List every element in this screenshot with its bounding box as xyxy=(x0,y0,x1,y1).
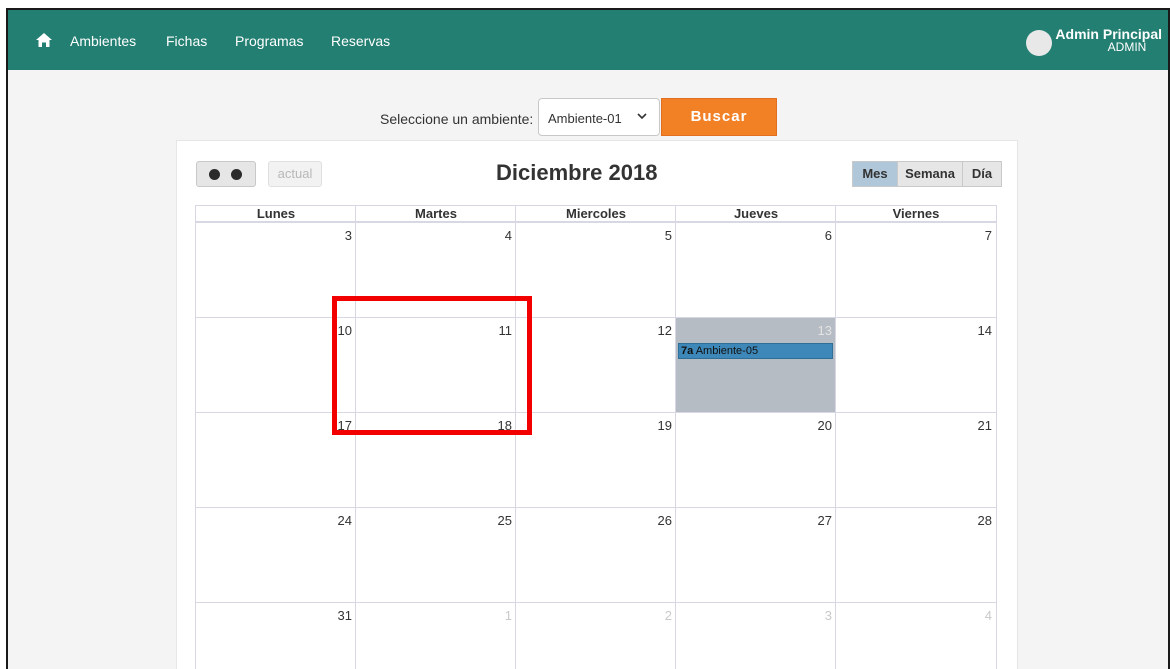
day-number: 6 xyxy=(824,228,832,243)
calendar-event[interactable]: 7a Ambiente-05 xyxy=(678,343,833,359)
avatar[interactable] xyxy=(1026,30,1052,56)
day-cell[interactable]: 31 xyxy=(195,602,356,669)
day-cell[interactable]: 21 xyxy=(835,412,997,508)
day-number: 5 xyxy=(664,228,672,243)
day-cell[interactable]: 26 xyxy=(515,507,676,603)
day-number: 19 xyxy=(657,418,672,433)
weekday-martes: Martes xyxy=(355,205,516,222)
day-cell[interactable]: 20 xyxy=(675,412,836,508)
day-cell[interactable]: 7 xyxy=(835,222,997,318)
day-number: 20 xyxy=(817,418,832,433)
ambiente-select[interactable]: Ambiente-01 xyxy=(538,98,660,136)
day-number: 7 xyxy=(984,228,992,243)
browser-frame: Ambientes Fichas Programas Reservas Admi… xyxy=(6,8,1170,669)
view-week-button[interactable]: Semana xyxy=(897,161,963,187)
nav-link-programas[interactable]: Programas xyxy=(235,34,303,48)
day-cell[interactable]: 6 xyxy=(675,222,836,318)
day-number: 28 xyxy=(977,513,992,528)
day-number: 26 xyxy=(657,513,672,528)
view-day-button[interactable]: Día xyxy=(962,161,1002,187)
day-cell[interactable]: 3 xyxy=(675,602,836,669)
weekday-lunes: Lunes xyxy=(195,205,356,222)
nav-link-ambientes[interactable]: Ambientes xyxy=(70,34,136,48)
day-cell[interactable]: 27 xyxy=(675,507,836,603)
day-cell[interactable]: 14 xyxy=(835,317,997,413)
search-button[interactable]: Buscar xyxy=(661,98,777,136)
day-cell[interactable]: 13 7a Ambiente-05 xyxy=(675,317,836,413)
calendar-nav-buttons xyxy=(196,161,256,187)
highlight-box xyxy=(332,296,532,435)
ambiente-select-label: Seleccione un ambiente: xyxy=(380,111,534,127)
day-number: 31 xyxy=(337,608,352,623)
view-month-button[interactable]: Mes xyxy=(852,161,898,187)
event-time: 7a xyxy=(681,345,694,357)
day-number: 3 xyxy=(344,228,352,243)
weekday-viernes: Viernes xyxy=(835,205,997,222)
day-number: 12 xyxy=(657,323,672,338)
user-role: ADMIN xyxy=(1107,40,1147,54)
day-cell[interactable]: 28 xyxy=(835,507,997,603)
day-number: 1 xyxy=(504,608,512,623)
day-number: 27 xyxy=(817,513,832,528)
day-cell[interactable]: 25 xyxy=(355,507,516,603)
day-number: 25 xyxy=(497,513,512,528)
user-name[interactable]: Admin Principal xyxy=(1055,27,1162,41)
nav-link-fichas[interactable]: Fichas xyxy=(166,34,207,48)
nav-link-reservas[interactable]: Reservas xyxy=(331,34,390,48)
event-title: Ambiente-05 xyxy=(695,345,759,357)
day-number: 4 xyxy=(504,228,512,243)
day-cell[interactable]: 5 xyxy=(515,222,676,318)
day-number: 24 xyxy=(337,513,352,528)
day-cell[interactable]: 2 xyxy=(515,602,676,669)
weekday-miercoles: Miercoles xyxy=(515,205,676,222)
top-navbar: Ambientes Fichas Programas Reservas Admi… xyxy=(8,10,1168,70)
next-month-button[interactable] xyxy=(231,169,242,180)
weekday-header: Lunes Martes Miercoles Jueves Viernes xyxy=(195,205,997,222)
chevron-down-icon xyxy=(637,113,647,120)
day-number: 4 xyxy=(984,608,992,623)
today-button[interactable]: actual xyxy=(268,161,322,187)
day-number: 2 xyxy=(664,608,672,623)
weekday-jueves: Jueves xyxy=(675,205,836,222)
home-icon[interactable] xyxy=(36,33,52,47)
day-cell[interactable]: 12 xyxy=(515,317,676,413)
day-number: 21 xyxy=(977,418,992,433)
ambiente-select-value: Ambiente-01 xyxy=(548,111,622,126)
day-cell[interactable]: 1 xyxy=(355,602,516,669)
day-cell[interactable]: 24 xyxy=(195,507,356,603)
day-cell[interactable]: 4 xyxy=(835,602,997,669)
day-number: 3 xyxy=(824,608,832,623)
day-number: 14 xyxy=(977,323,992,338)
calendar-title: Diciembre 2018 xyxy=(496,160,658,185)
day-cell[interactable]: 19 xyxy=(515,412,676,508)
prev-month-button[interactable] xyxy=(209,169,220,180)
day-number: 13 xyxy=(817,323,832,338)
